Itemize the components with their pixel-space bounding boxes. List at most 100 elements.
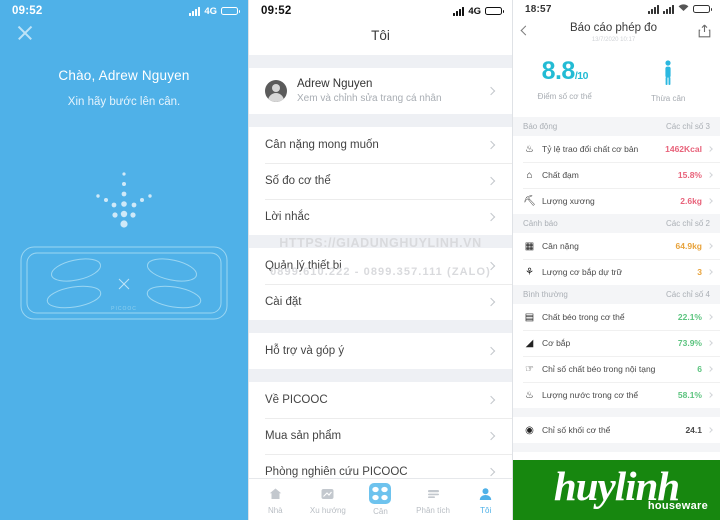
menu-item-target-weight[interactable]: Cân nặng mong muốn [249, 127, 512, 163]
chevron-right-icon [486, 431, 496, 441]
menu-item-label: Cân nặng mong muốn [265, 139, 379, 151]
metric-row-muscle-reserve[interactable]: ⚘ Lượng cơ bắp dự trữ 3 [513, 259, 720, 285]
network-type-label: 4G [204, 5, 217, 17]
metric-row-muscle[interactable]: ◢ Cơ bắp 73.9% [513, 330, 720, 356]
chevron-right-icon [486, 86, 496, 96]
network-type-label: 4G [468, 5, 481, 17]
section-divider [249, 320, 512, 333]
scale-brand-label: PICOOC [111, 306, 137, 312]
tab-label: Phân tích [416, 505, 450, 515]
status-bar-middle: 09:52 4G [249, 0, 512, 22]
share-icon[interactable] [698, 24, 711, 38]
metric-label: Chất đạm [542, 170, 579, 180]
tab-label: Xu hướng [309, 505, 346, 515]
metric-label: Tỷ lệ trao đổi chất cơ bản [542, 144, 639, 154]
metric-row-visceral-fat[interactable]: ☞ Chỉ số chất béo trong nội tạng 6 [513, 356, 720, 382]
muscle-reserve-icon: ⚘ [525, 266, 534, 278]
greeting-text: Chào, Adrew Nguyen [58, 68, 190, 83]
body-score-value: 8.8/10 [513, 59, 617, 84]
signal-bars-icon [453, 6, 465, 16]
section-header-alert: Báo động Các chỉ số 3 [513, 117, 720, 136]
tab-analysis[interactable]: Phân tích [407, 485, 460, 515]
person-icon [459, 485, 512, 504]
menu-item-body-measurements[interactable]: Số đo cơ thể [249, 163, 512, 199]
metric-label: Cơ bắp [542, 338, 571, 348]
section-count: Các chỉ số 3 [665, 122, 710, 131]
status-indicators [648, 3, 712, 15]
bone-icon: ⛏ [523, 195, 536, 207]
greeting-block: Chào, Adrew Nguyen Xin hãy bước lên cân. [0, 68, 248, 108]
score-summary: 8.8/10 Điểm số cơ thể Thừa cân [513, 51, 720, 117]
section-title: Cảnh báo [523, 219, 558, 228]
metric-row-bone-mass[interactable]: ⛏ Lượng xương 2.6kg [513, 188, 720, 214]
tab-label: Nhà [267, 505, 283, 515]
menu-item-device-management[interactable]: Quản lý thiết bị [249, 248, 512, 284]
three-screenshot-collage: 09:52 4G Chào, Adrew Nguyen Xin hãy bước… [0, 0, 720, 520]
metric-label: Chất béo trong cơ thể [542, 312, 625, 322]
metric-value: 58.1% [677, 390, 702, 400]
chevron-right-icon [707, 243, 713, 249]
menu-item-label: Quản lý thiết bị [265, 260, 342, 272]
trend-icon [302, 485, 355, 504]
logo-tagline: houseware [647, 499, 708, 512]
home-icon [249, 485, 302, 504]
body-status-label: Thừa cân [651, 94, 686, 103]
section-count: Các chỉ số 4 [665, 290, 710, 299]
menu-item-settings[interactable]: Cài đặt [249, 284, 512, 320]
metric-value: 1462Kcal [665, 144, 702, 154]
tab-label: Cân [373, 507, 388, 516]
menu-item-about-picooc[interactable]: Về PICOOC [249, 382, 512, 418]
profile-subtitle: Xem và chỉnh sửa trang cá nhân [297, 93, 442, 104]
report-header: Báo cáo phép đo 13/7/2020 10:17 [513, 18, 720, 51]
step-on-arrow-icon [0, 170, 248, 240]
chevron-right-icon [486, 140, 496, 150]
bmi-icon: ◉ [525, 424, 534, 436]
chevron-right-icon [707, 366, 713, 372]
section-count: Các chỉ số 2 [665, 219, 710, 228]
tab-me[interactable]: Tôi [459, 485, 512, 515]
close-icon[interactable] [16, 24, 34, 42]
muscle-icon: ◢ [525, 337, 534, 349]
score-denominator: /10 [574, 70, 589, 82]
section-divider [249, 55, 512, 68]
page-title: Tôi [249, 22, 512, 55]
body-status-block: Thừa cân [617, 59, 720, 103]
menu-item-label: Hỗ trợ và góp ý [265, 345, 345, 357]
profile-row[interactable]: Adrew Nguyen Xem và chỉnh sửa trang cá n… [249, 68, 512, 114]
metric-value: 15.8% [677, 170, 702, 180]
menu-item-label: Mua sản phẩm [265, 430, 342, 442]
signal-bars-icon [648, 4, 659, 14]
chevron-right-icon [707, 269, 713, 275]
chevron-right-icon [707, 392, 713, 398]
visceral-fat-icon: ☞ [525, 363, 534, 375]
chevron-right-icon [486, 395, 496, 405]
metric-row-bmi[interactable]: ◉ Chỉ số khối cơ thể 24.1 [513, 417, 720, 443]
section-header-normal: Bình thường Các chỉ số 4 [513, 285, 720, 304]
section-title: Bình thường [523, 290, 568, 299]
scale-icon [354, 483, 407, 505]
metric-value: 24.1 [685, 425, 702, 435]
avatar [265, 80, 287, 102]
chevron-right-icon [486, 297, 496, 307]
onboarding-screen: 09:52 4G Chào, Adrew Nguyen Xin hãy bước… [0, 0, 248, 520]
section-divider [249, 235, 512, 248]
profile-name: Adrew Nguyen [297, 78, 373, 90]
metric-label: Lượng cơ bắp dự trữ [542, 267, 623, 277]
tab-scale[interactable]: Cân [354, 483, 407, 516]
report-date: 13/7/2020 10:17 [591, 37, 636, 43]
metric-row-protein[interactable]: ⌂ Chất đạm 15.8% [513, 162, 720, 188]
tab-trend[interactable]: Xu hướng [302, 485, 355, 515]
metric-row-bmr[interactable]: ♨ Tỷ lệ trao đổi chất cơ bản 1462Kcal [513, 136, 720, 162]
menu-item-support-feedback[interactable]: Hỗ trợ và góp ý [249, 333, 512, 369]
menu-item-label: Cài đặt [265, 296, 302, 308]
menu-item-reminders[interactable]: Lời nhắc [249, 199, 512, 235]
metric-row-weight[interactable]: ▦ Cân nặng 64.9kg [513, 233, 720, 259]
tab-home[interactable]: Nhà [249, 485, 302, 515]
tab-label: Tôi [480, 505, 492, 515]
metric-row-body-fat[interactable]: ▤ Chất béo trong cơ thể 22.1% [513, 304, 720, 330]
section-title: Báo động [523, 122, 558, 131]
menu-item-buy-products[interactable]: Mua sản phẩm [249, 418, 512, 454]
profile-settings-screen: 09:52 4G Tôi Adrew Nguyen Xem và chỉnh s… [248, 0, 512, 520]
section-header-warning: Cảnh báo Các chỉ số 2 [513, 214, 720, 233]
metric-row-body-water[interactable]: ♨ Lượng nước trong cơ thể 58.1% [513, 382, 720, 408]
